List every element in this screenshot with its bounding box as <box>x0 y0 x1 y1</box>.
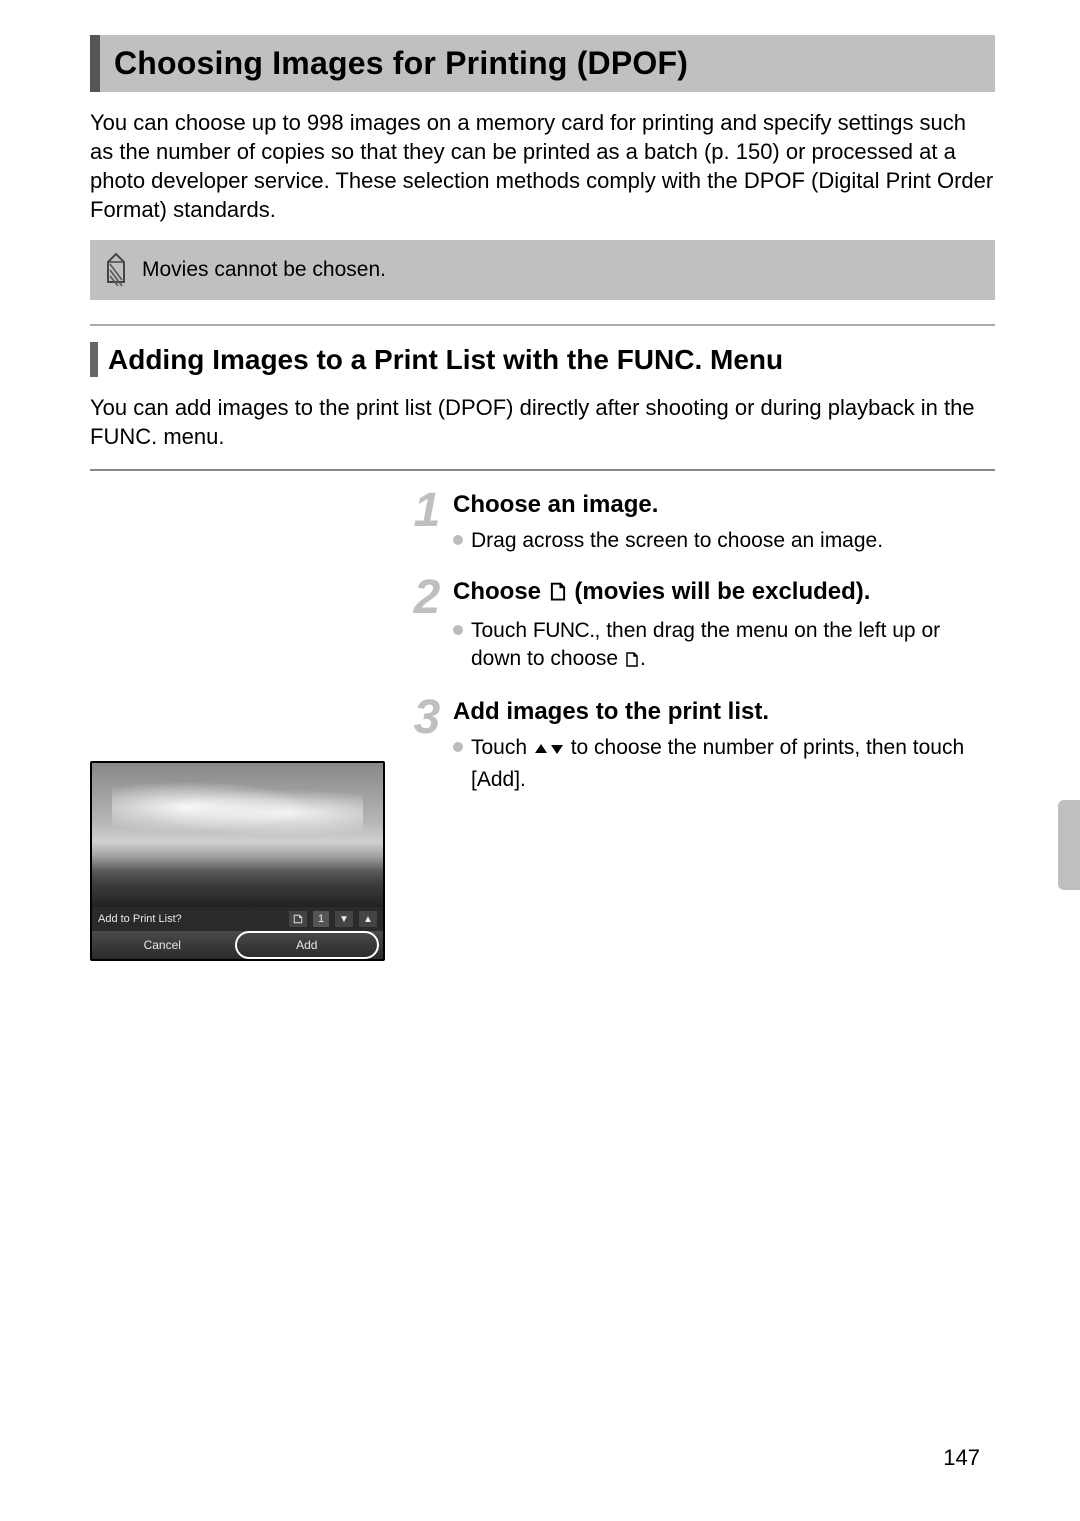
steps-area: Add to Print List? 1 ▼ ▲ Cancel Add 1 <box>90 491 995 961</box>
page-number: 147 <box>943 1445 980 1471</box>
bullet-icon <box>453 625 463 635</box>
step-2: 2 Choose (movies will be excluded). Touc… <box>409 578 995 681</box>
step-1: 1 Choose an image. Drag across the scree… <box>409 491 995 559</box>
subsection-heading: Adding Images to a Print List with the F… <box>90 342 995 377</box>
subsection: Adding Images to a Print List with the F… <box>90 324 995 471</box>
print-document-icon <box>548 580 568 609</box>
bullet-text: Touch FUNC., then drag the menu on the l… <box>471 617 995 677</box>
cancel-button-illustration: Cancel <box>92 933 233 957</box>
illustration-column: Add to Print List? 1 ▼ ▲ Cancel Add <box>90 491 385 961</box>
copies-count: 1 <box>313 911 329 927</box>
steps-column: 1 Choose an image. Drag across the scree… <box>409 491 995 961</box>
step-bullet: Drag across the screen to choose an imag… <box>453 527 995 555</box>
print-document-icon <box>624 648 640 676</box>
page-title: Choosing Images for Printing (DPOF) <box>114 45 981 82</box>
photo-preview <box>92 763 383 907</box>
step-3: 3 Add images to the print list. Touch to… <box>409 698 995 798</box>
note-text: Movies cannot be chosen. <box>142 258 386 282</box>
print-icon <box>289 911 307 927</box>
bullet-text: Drag across the screen to choose an imag… <box>471 527 883 555</box>
intro-paragraph: You can choose up to 998 images on a mem… <box>90 108 995 224</box>
step-title: Choose (movies will be excluded). <box>453 578 995 609</box>
add-button-illustration: Add <box>235 931 380 959</box>
camera-button-bar: Cancel Add <box>92 931 383 959</box>
down-arrow-icon: ▼ <box>335 911 353 927</box>
note-box: Movies cannot be chosen. <box>90 240 995 300</box>
step-title: Choose an image. <box>453 491 995 519</box>
section-tab <box>1058 800 1080 890</box>
func-label: FUNC. <box>533 619 595 642</box>
bullet-text: Touch to choose the number of prints, th… <box>471 734 995 794</box>
camera-lcd-illustration: Add to Print List? 1 ▼ ▲ Cancel Add <box>90 761 385 961</box>
step-bullet: Touch FUNC., then drag the menu on the l… <box>453 617 995 677</box>
page-title-block: Choosing Images for Printing (DPOF) <box>90 35 995 92</box>
step-number: 3 <box>409 698 445 798</box>
step-title: Add images to the print list. <box>453 698 995 726</box>
up-down-arrows-icon <box>533 737 565 765</box>
pencil-icon <box>100 250 132 290</box>
camera-prompt: Add to Print List? <box>98 913 182 925</box>
up-arrow-icon: ▲ <box>359 911 377 927</box>
step-number: 2 <box>409 578 445 681</box>
bullet-icon <box>453 535 463 545</box>
camera-status-bar: Add to Print List? 1 ▼ ▲ <box>92 907 383 931</box>
step-number: 1 <box>409 491 445 559</box>
step-bullet: Touch to choose the number of prints, th… <box>453 734 995 794</box>
bullet-icon <box>453 742 463 752</box>
subsection-intro: You can add images to the print list (DP… <box>90 393 995 471</box>
